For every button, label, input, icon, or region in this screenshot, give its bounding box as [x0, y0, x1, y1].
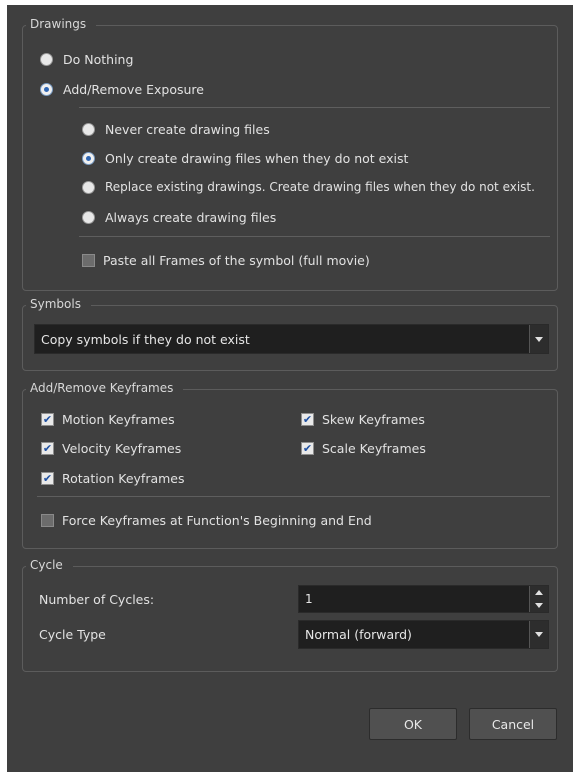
number-of-cycles-label: Number of Cycles:: [39, 592, 155, 607]
keyframes-separator: [37, 496, 550, 497]
drawings-separator-top: [79, 107, 550, 108]
cycle-type-dropdown[interactable]: Normal (forward): [298, 620, 549, 649]
radio-icon[interactable]: [40, 53, 53, 66]
radio-only-create[interactable]: Only create drawing files when they do n…: [82, 151, 408, 166]
checkbox-velocity-keyframes[interactable]: ✔ Velocity Keyframes: [41, 441, 181, 456]
radio-always-create-label: Always create drawing files: [105, 210, 277, 225]
chevron-down-icon[interactable]: [530, 599, 548, 612]
radio-never-create-label: Never create drawing files: [105, 122, 270, 137]
drawings-group-title: Drawings: [26, 17, 97, 31]
paste-special-dialog: Drawings Do Nothing Add/Remove Exposure …: [7, 5, 573, 772]
symbols-group-title: Symbols: [26, 297, 91, 311]
checkbox-paste-all-frames-label: Paste all Frames of the symbol (full mov…: [103, 253, 370, 268]
radio-only-create-label: Only create drawing files when they do n…: [105, 151, 409, 166]
checkmark-icon[interactable]: ✔: [41, 472, 54, 485]
checkbox-force-keyframes-label: Force Keyframes at Function's Beginning …: [62, 513, 372, 528]
radio-add-remove-exposure[interactable]: Add/Remove Exposure: [40, 82, 204, 97]
stepper-arrows[interactable]: [529, 586, 548, 612]
checkbox-skew-keyframes[interactable]: ✔ Skew Keyframes: [301, 412, 425, 427]
cancel-button[interactable]: Cancel: [469, 708, 557, 740]
radio-always-create[interactable]: Always create drawing files: [82, 210, 276, 225]
checkmark-icon[interactable]: ✔: [41, 442, 54, 455]
cycle-group-title: Cycle: [26, 558, 73, 572]
radio-icon[interactable]: [82, 123, 95, 136]
keyframes-group-title: Add/Remove Keyframes: [26, 381, 184, 395]
chevron-up-icon[interactable]: [530, 586, 548, 599]
radio-do-nothing-label: Do Nothing: [63, 52, 134, 67]
radio-do-nothing[interactable]: Do Nothing: [40, 52, 133, 67]
number-of-cycles-value[interactable]: 1: [299, 592, 529, 606]
drawings-separator-bottom: [79, 236, 550, 237]
symbols-dropdown-value: Copy symbols if they do not exist: [41, 331, 250, 347]
checkbox-rotation-keyframes-label: Rotation Keyframes: [62, 471, 185, 486]
checkmark-icon[interactable]: ✔: [301, 413, 314, 426]
cycle-type-value: Normal (forward): [305, 627, 412, 642]
checkbox-force-keyframes[interactable]: Force Keyframes at Function's Beginning …: [41, 513, 372, 528]
cycle-type-label: Cycle Type: [39, 627, 106, 642]
checkbox-rotation-keyframes[interactable]: ✔ Rotation Keyframes: [41, 471, 185, 486]
radio-selected-icon[interactable]: [82, 152, 95, 165]
radio-replace-existing[interactable]: Replace existing drawings. Create drawin…: [82, 180, 535, 194]
chevron-down-icon[interactable]: [529, 621, 548, 648]
radio-icon[interactable]: [82, 211, 95, 224]
symbols-dropdown[interactable]: Copy symbols if they do not exist: [34, 324, 549, 354]
radio-icon[interactable]: [82, 180, 95, 194]
checkbox-unchecked-icon[interactable]: [41, 514, 54, 527]
checkmark-icon[interactable]: ✔: [301, 442, 314, 455]
checkbox-motion-keyframes-label: Motion Keyframes: [62, 412, 175, 427]
checkbox-unchecked-icon[interactable]: [82, 254, 95, 267]
checkbox-skew-keyframes-label: Skew Keyframes: [322, 412, 425, 427]
checkbox-velocity-keyframes-label: Velocity Keyframes: [62, 441, 182, 456]
radio-replace-existing-label: Replace existing drawings. Create drawin…: [105, 180, 535, 194]
checkbox-motion-keyframes[interactable]: ✔ Motion Keyframes: [41, 412, 175, 427]
cycle-group: Cycle: [22, 558, 558, 672]
checkmark-icon[interactable]: ✔: [41, 413, 54, 426]
radio-add-remove-exposure-label: Add/Remove Exposure: [63, 82, 204, 97]
checkbox-scale-keyframes[interactable]: ✔ Scale Keyframes: [301, 441, 426, 456]
checkbox-paste-all-frames[interactable]: Paste all Frames of the symbol (full mov…: [82, 253, 370, 268]
chevron-down-icon[interactable]: [529, 325, 548, 353]
checkbox-scale-keyframes-label: Scale Keyframes: [322, 441, 426, 456]
ok-button[interactable]: OK: [369, 708, 457, 740]
radio-selected-icon[interactable]: [40, 83, 53, 96]
radio-never-create[interactable]: Never create drawing files: [82, 122, 270, 137]
number-of-cycles-stepper[interactable]: 1: [298, 585, 549, 613]
